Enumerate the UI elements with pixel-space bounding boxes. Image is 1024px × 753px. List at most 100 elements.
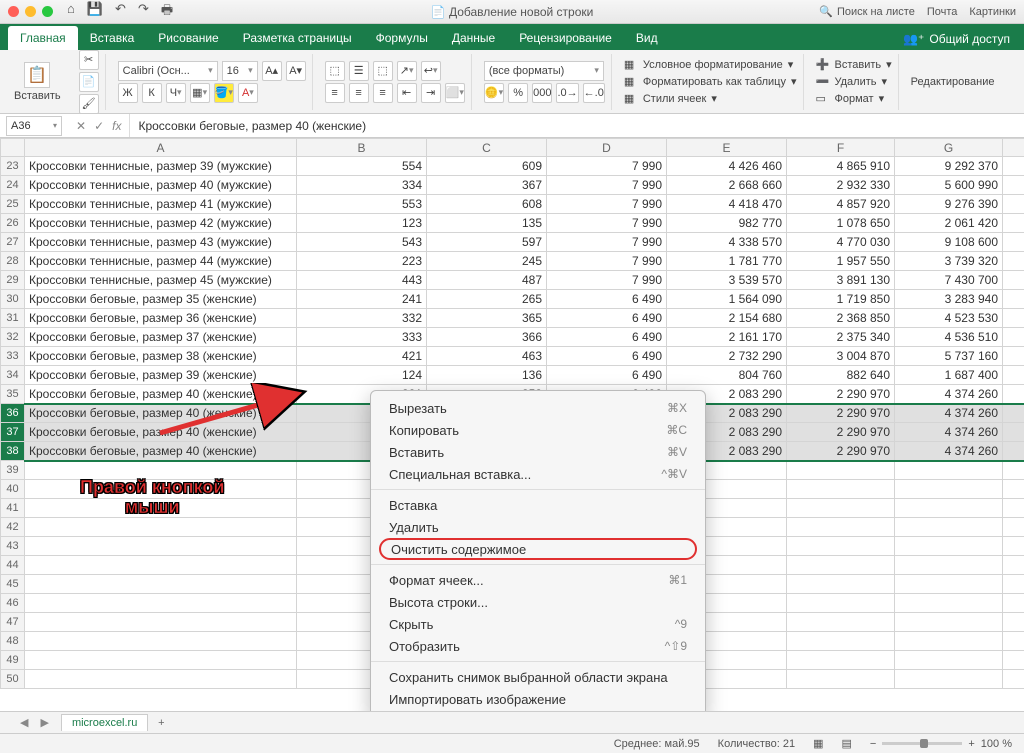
tab-insert[interactable]: Вставка: [78, 26, 147, 50]
view-normal-icon[interactable]: ▦: [813, 737, 823, 750]
row-header[interactable]: 42: [1, 518, 25, 537]
cell[interactable]: [1003, 594, 1024, 613]
merge-cells-icon[interactable]: ⬜: [445, 83, 465, 103]
cell[interactable]: 463: [427, 347, 547, 366]
context-menu-item[interactable]: Импортировать изображение: [371, 688, 705, 710]
cell[interactable]: 4 418 470: [667, 195, 787, 214]
cell[interactable]: 4 536 510: [895, 328, 1003, 347]
col-header[interactable]: C: [427, 139, 547, 157]
zoom-control[interactable]: − + 100 %: [870, 738, 1012, 750]
tab-page-layout[interactable]: Разметка страницы: [231, 26, 364, 50]
number-format-select[interactable]: (все форматы): [484, 61, 604, 81]
cell[interactable]: 2 368 850: [787, 309, 895, 328]
cell[interactable]: 265: [427, 290, 547, 309]
context-menu-item[interactable]: Удалить: [371, 516, 705, 538]
cell[interactable]: [1003, 271, 1024, 290]
tab-formulas[interactable]: Формулы: [364, 26, 440, 50]
context-menu-item[interactable]: Формат ячеек...⌘1: [371, 569, 705, 591]
row-header[interactable]: 25: [1, 195, 25, 214]
cell[interactable]: [1003, 233, 1024, 252]
view-page-icon[interactable]: ▤: [842, 737, 852, 750]
context-menu-item[interactable]: Отобразить^⇧9: [371, 635, 705, 657]
cell[interactable]: 3 283 940: [895, 290, 1003, 309]
wrap-text-icon[interactable]: ↩: [421, 61, 441, 81]
cell[interactable]: [787, 670, 895, 689]
delete-cells-button[interactable]: ➖Удалить ▾: [816, 73, 892, 90]
share-button[interactable]: 👥⁺ Общий доступ: [889, 28, 1024, 50]
fx-icon[interactable]: fx: [112, 119, 121, 133]
cell[interactable]: 2 668 660: [667, 176, 787, 195]
spreadsheet-grid[interactable]: A B C D E F G H 23Кроссовки теннисные, р…: [0, 138, 1024, 711]
cell[interactable]: 7 430 700: [895, 271, 1003, 290]
font-size-select[interactable]: 16: [222, 61, 258, 81]
cell[interactable]: 3 004 870: [787, 347, 895, 366]
cell[interactable]: 4 857 920: [787, 195, 895, 214]
cell[interactable]: [787, 499, 895, 518]
cell[interactable]: 135: [427, 214, 547, 233]
cell[interactable]: Кроссовки теннисные, размер 40 (мужские): [25, 176, 297, 195]
cell[interactable]: 7 990: [547, 271, 667, 290]
cell[interactable]: 2 290 970: [787, 442, 895, 461]
cell[interactable]: 366: [427, 328, 547, 347]
cell[interactable]: [1003, 480, 1024, 499]
cell[interactable]: Кроссовки теннисные, размер 41 (мужские): [25, 195, 297, 214]
increase-indent-icon[interactable]: ⇥: [421, 83, 441, 103]
paste-button[interactable]: 📋 Вставить: [8, 62, 67, 102]
cell[interactable]: 223: [297, 252, 427, 271]
format-painter-icon[interactable]: 🖌: [79, 94, 99, 114]
cell[interactable]: 3 539 570: [667, 271, 787, 290]
context-menu-item[interactable]: Высота строки...: [371, 591, 705, 613]
cell[interactable]: 123: [297, 214, 427, 233]
cell[interactable]: [787, 632, 895, 651]
cell[interactable]: 6 490: [547, 290, 667, 309]
context-menu-item[interactable]: Очистить содержимое: [379, 538, 697, 560]
table-row[interactable]: 23Кроссовки теннисные, размер 39 (мужски…: [1, 157, 1024, 176]
add-sheet-button[interactable]: +: [152, 714, 170, 732]
cell[interactable]: 332: [297, 309, 427, 328]
row-header[interactable]: 37: [1, 423, 25, 442]
table-row[interactable]: 31Кроссовки беговые, размер 36 (женские)…: [1, 309, 1024, 328]
cell[interactable]: [25, 594, 297, 613]
cell[interactable]: 1 957 550: [787, 252, 895, 271]
cell[interactable]: 9 276 390: [895, 195, 1003, 214]
cell[interactable]: 487: [427, 271, 547, 290]
cell[interactable]: 3 739 320: [895, 252, 1003, 271]
cell[interactable]: 882 640: [787, 366, 895, 385]
cell[interactable]: Кроссовки беговые, размер 40 (женские): [25, 385, 297, 404]
row-header[interactable]: 32: [1, 328, 25, 347]
home-icon[interactable]: ⌂: [67, 1, 75, 23]
cell[interactable]: Кроссовки беговые, размер 37 (женские): [25, 328, 297, 347]
cell[interactable]: [895, 632, 1003, 651]
table-row[interactable]: 32Кроссовки беговые, размер 37 (женские)…: [1, 328, 1024, 347]
cell[interactable]: 6 490: [547, 347, 667, 366]
cell[interactable]: 365: [427, 309, 547, 328]
cell[interactable]: 1 687 400: [895, 366, 1003, 385]
cell[interactable]: [1003, 157, 1024, 176]
cell[interactable]: 4 770 030: [787, 233, 895, 252]
cell[interactable]: 4 374 260: [895, 442, 1003, 461]
row-header[interactable]: 46: [1, 594, 25, 613]
menu-images[interactable]: Картинки: [969, 6, 1016, 18]
cell[interactable]: [25, 480, 297, 499]
cell[interactable]: 1 719 850: [787, 290, 895, 309]
conditional-formatting-button[interactable]: ▦Условное форматирование ▾: [624, 56, 797, 73]
cell[interactable]: 421: [297, 347, 427, 366]
row-header[interactable]: 44: [1, 556, 25, 575]
cell[interactable]: 1 078 650: [787, 214, 895, 233]
zoom-in-icon[interactable]: +: [968, 738, 974, 750]
cell[interactable]: [787, 480, 895, 499]
tab-view[interactable]: Вид: [624, 26, 670, 50]
cell[interactable]: [787, 651, 895, 670]
enter-formula-icon[interactable]: ✓: [94, 119, 104, 133]
row-header[interactable]: 40: [1, 480, 25, 499]
cell[interactable]: [25, 651, 297, 670]
cell[interactable]: Кроссовки теннисные, размер 44 (мужские): [25, 252, 297, 271]
cell[interactable]: 554: [297, 157, 427, 176]
cell[interactable]: 3 891 130: [787, 271, 895, 290]
row-header[interactable]: 31: [1, 309, 25, 328]
cell[interactable]: 2 061 420: [895, 214, 1003, 233]
context-menu-item[interactable]: Специальная вставка...^⌘V: [371, 463, 705, 485]
cell[interactable]: [1003, 575, 1024, 594]
currency-icon[interactable]: 🪙: [484, 83, 504, 103]
cell[interactable]: [25, 613, 297, 632]
